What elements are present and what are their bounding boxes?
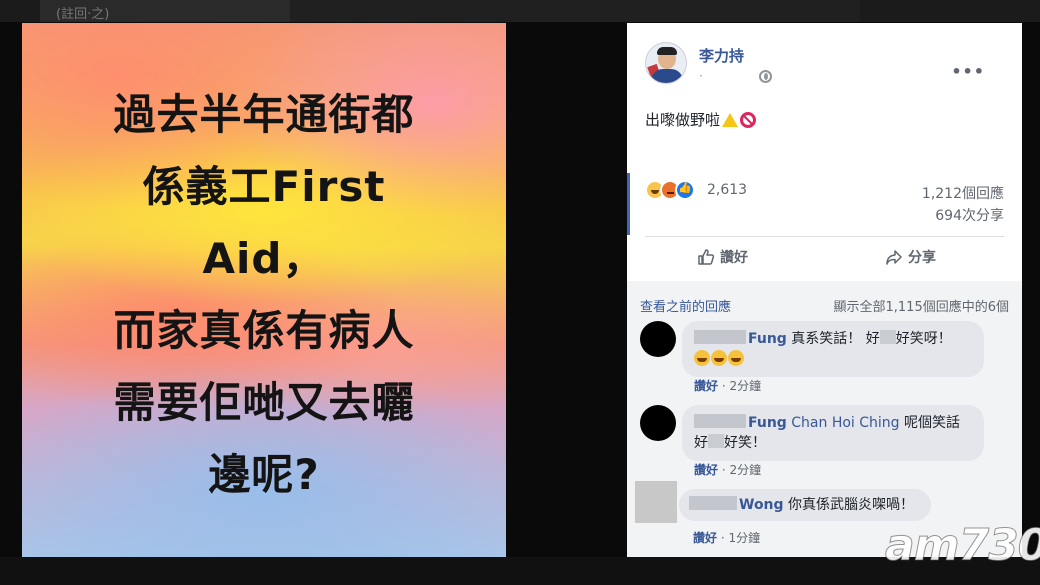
- post-timestamp[interactable]: ·: [699, 69, 703, 83]
- comment-like-link[interactable]: 讚好: [693, 531, 717, 545]
- comment-text: 呢個笑話: [904, 415, 961, 431]
- post-message: 出嚟做野啦: [645, 109, 757, 130]
- photo-line: 需要佢哋又去曬: [113, 378, 415, 427]
- action-divider: [645, 236, 1004, 237]
- top-strip: (註回·之): [0, 0, 1040, 22]
- comment-time[interactable]: 2分鐘: [729, 463, 761, 477]
- comment-bubble: Fung 真系笑話！ 好好笑呀！: [682, 321, 984, 377]
- watermark-logo: am730: [884, 520, 1040, 572]
- author-avatar[interactable]: [645, 42, 687, 84]
- commenter-avatar[interactable]: [635, 481, 677, 523]
- photo-line: 過去半年通街都: [113, 90, 415, 139]
- bottom-strip: [0, 557, 1040, 585]
- comments-count-link[interactable]: 1,212個回應: [922, 183, 1004, 203]
- comment-text: 你真係武腦炎㗎喎！: [788, 497, 915, 513]
- post-panel: 李力持 · ••• 出嚟做野啦 2,613 1,212個回應 694次分享 讚好…: [627, 23, 1022, 557]
- globe-icon: [759, 70, 772, 83]
- author-name[interactable]: 李力持: [699, 45, 744, 66]
- tagged-user[interactable]: Chan Hoi Ching: [791, 415, 899, 431]
- comment-text: 好笑！: [724, 435, 766, 451]
- rofl-emoji-icon: [694, 350, 710, 366]
- commenter-avatar[interactable]: [640, 405, 676, 441]
- photo-line: 邊呢?: [208, 450, 320, 499]
- post-photo[interactable]: 過去半年通街都 係義工First Aid， 而家真係有病人 需要佢哋又去曬 邊呢…: [22, 23, 506, 557]
- like-button[interactable]: 讚好: [697, 247, 748, 271]
- top-strip-text: (註回·之): [40, 0, 290, 22]
- commenter-avatar[interactable]: [640, 321, 676, 357]
- redacted-name-block: [694, 330, 746, 344]
- thumbs-up-icon: [698, 249, 715, 265]
- avatar-body: [651, 69, 683, 83]
- like-reaction-icon: [675, 180, 695, 200]
- top-strip-shade: [290, 0, 860, 22]
- comment-actions: 讚好 · 1分鐘: [693, 531, 761, 545]
- comment-actions: 讚好 · 2分鐘: [694, 379, 762, 393]
- comment-text: 好笑呀！: [895, 331, 952, 347]
- comment-text: 真系笑話！ 好: [791, 331, 880, 347]
- warning-emoji-icon: [722, 113, 739, 127]
- share-arrow-icon: [886, 250, 902, 265]
- redacted-name-block: [689, 496, 737, 510]
- no-entry-emoji-icon: [740, 112, 757, 128]
- rofl-emoji-icon: [711, 350, 727, 366]
- comment-bubble: Fung Chan Hoi Ching 呢個笑話 好好笑！: [682, 405, 984, 461]
- comment-time[interactable]: 1分鐘: [728, 531, 760, 545]
- comment-time[interactable]: 2分鐘: [729, 379, 761, 393]
- comment-like-link[interactable]: 讚好: [694, 463, 718, 477]
- view-previous-comments-link[interactable]: 查看之前的回應: [640, 296, 731, 315]
- more-options-icon[interactable]: •••: [951, 62, 985, 81]
- comment-actions: 讚好 · 2分鐘: [694, 463, 762, 477]
- shares-count-link[interactable]: 694次分享: [935, 205, 1004, 225]
- panel-accent-bar: [627, 173, 630, 235]
- commenter-name[interactable]: Fung: [748, 331, 787, 347]
- comment-like-link[interactable]: 讚好: [694, 379, 718, 393]
- photo-line: 而家真係有病人: [113, 306, 415, 355]
- commenter-name[interactable]: Fung: [748, 415, 787, 431]
- comments-shown-count: 顯示全部1,115個回應中的6個: [833, 300, 1010, 315]
- comment-text: 好: [694, 435, 708, 451]
- post-header: 李力持 · •••: [645, 42, 1005, 86]
- share-button-label: 分享: [908, 250, 936, 266]
- reactions-count: 2,613: [707, 182, 748, 198]
- rofl-emoji-icon: [728, 350, 744, 366]
- post-message-text: 出嚟做野啦: [645, 111, 721, 129]
- commenter-name[interactable]: Wong: [739, 497, 784, 513]
- redacted-text-block: [879, 330, 896, 344]
- comment-bubble: Wong 你真係武腦炎㗎喎！: [679, 489, 931, 521]
- photo-line: 係義工First: [142, 162, 386, 211]
- redacted-name-block: [694, 414, 746, 428]
- photo-caption: 過去半年通街都 係義工First Aid， 而家真係有病人 需要佢哋又去曬 邊呢…: [22, 79, 506, 511]
- avatar-hair: [657, 47, 677, 55]
- comments-section: 查看之前的回應 顯示全部1,115個回應中的6個 Fung 真系笑話！ 好好笑呀…: [627, 281, 1022, 557]
- photo-line: Aid，: [202, 234, 326, 283]
- screenshot-stage: (註回·之) 過去半年通街都 係義工First Aid， 而家真係有病人 需要佢…: [0, 0, 1040, 585]
- share-button[interactable]: 分享: [885, 247, 936, 271]
- redacted-text-block: [708, 434, 724, 448]
- like-button-label: 讚好: [720, 250, 748, 266]
